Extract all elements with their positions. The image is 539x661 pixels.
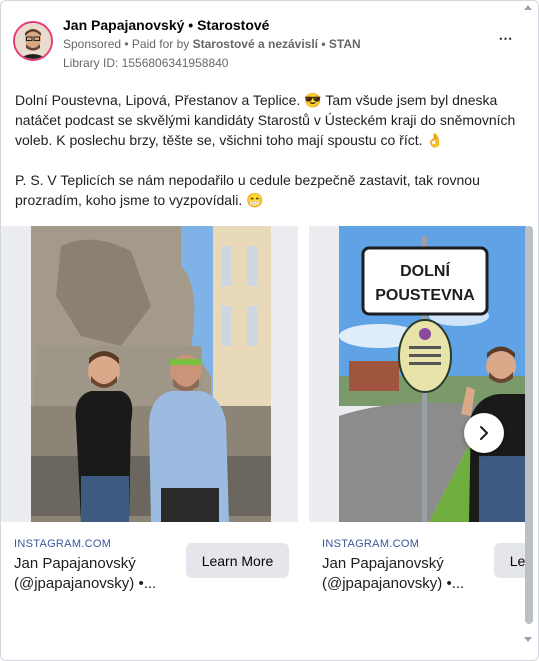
body-paragraph: P. S. V Teplicích se nám nepodařilo u ce… bbox=[15, 172, 480, 208]
ad-card: Jan Papajanovský • Starostové Sponsored … bbox=[0, 0, 539, 661]
scroll-up-arrow-icon[interactable] bbox=[524, 5, 532, 10]
carousel: INSTAGRAM.COM Jan Papajanovský (@jpapaja… bbox=[1, 226, 526, 606]
page-avatar[interactable] bbox=[13, 21, 53, 61]
more-options-icon[interactable]: ⋯ bbox=[494, 31, 518, 45]
library-id: Library ID: 1556806341958840 bbox=[63, 56, 229, 70]
sponsored-label: Sponsored bbox=[63, 37, 122, 51]
learn-more-button[interactable]: Learn More bbox=[186, 543, 289, 578]
sign-text: POUSTEVNA bbox=[375, 287, 475, 304]
card-image[interactable] bbox=[1, 226, 298, 522]
carousel-next-button[interactable] bbox=[464, 413, 504, 453]
scroll-down-arrow-icon[interactable] bbox=[524, 637, 532, 642]
scrollbar[interactable] bbox=[524, 1, 536, 660]
scrollbar-thumb[interactable] bbox=[525, 226, 533, 624]
page-name[interactable]: Jan Papajanovský • Starostové bbox=[63, 17, 269, 33]
card-title[interactable]: Jan Papajanovský (@jpapajanovsky) •... bbox=[322, 554, 492, 594]
chevron-right-icon bbox=[480, 426, 488, 440]
learn-more-button[interactable]: Learn More bbox=[494, 543, 526, 578]
card-image[interactable]: DOLNÍ POUSTEVNA bbox=[309, 226, 526, 522]
sponsored-line: Sponsored • Paid for by Starostové a nez… bbox=[63, 37, 361, 51]
carousel-card[interactable]: INSTAGRAM.COM Jan Papajanovský (@jpapaja… bbox=[1, 226, 298, 606]
ad-body: Dolní Poustevna, Lipová, Přestanov a Tep… bbox=[15, 90, 523, 230]
paid-for-label: • Paid for by bbox=[121, 37, 193, 51]
ad-header: Jan Papajanovský • Starostové Sponsored … bbox=[13, 17, 528, 71]
card-title[interactable]: Jan Papajanovský (@jpapajanovsky) •... bbox=[14, 554, 184, 594]
body-paragraph: Dolní Poustevna, Lipová, Přestanov a Tep… bbox=[15, 92, 516, 148]
paid-by-link[interactable]: Starostové a nezávislí • STAN bbox=[193, 37, 361, 51]
card-source: INSTAGRAM.COM bbox=[322, 538, 420, 550]
sign-text: DOLNÍ bbox=[400, 261, 450, 280]
card-source: INSTAGRAM.COM bbox=[14, 538, 112, 550]
